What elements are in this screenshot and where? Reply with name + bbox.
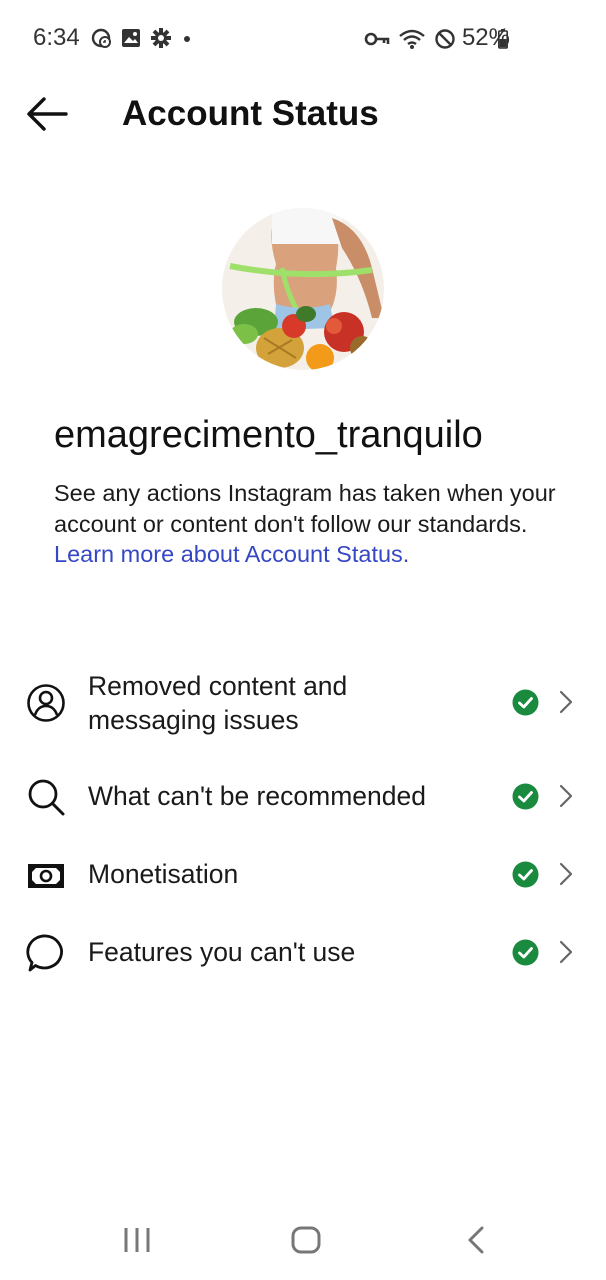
page-title: Account Status [122, 94, 379, 133]
do-not-disturb-icon [435, 29, 455, 49]
vpn-key-icon [364, 32, 390, 46]
list-item-features[interactable]: Features you can't use [0, 916, 606, 988]
list-item-removed-content[interactable]: Removed content and messaging issues [0, 664, 606, 744]
app-header: Account Status [0, 78, 606, 150]
recents-icon[interactable] [122, 1222, 152, 1258]
check-circle-icon [512, 861, 539, 888]
status-time: 6:34 [33, 24, 80, 51]
profile-username: emagrecimento_tranquilo [54, 414, 483, 456]
list-item-label: Removed content and messaging issues [88, 671, 348, 735]
list-item-monetisation[interactable]: Monetisation [0, 838, 606, 910]
list-item-label: What can't be recommended [88, 781, 426, 811]
chevron-right-icon [559, 940, 573, 964]
arrow-left-icon[interactable] [24, 94, 70, 134]
account-status-description: See any actions Instagram has taken when… [54, 478, 564, 570]
status-bar: 6:34 52% [0, 0, 606, 80]
gallery-icon [122, 29, 140, 47]
chevron-right-icon [559, 862, 573, 886]
wifi-icon [399, 29, 425, 49]
dot-icon [184, 36, 190, 42]
search-icon [28, 779, 65, 816]
avatar [222, 208, 384, 370]
check-circle-icon [512, 939, 539, 966]
check-circle-icon [512, 783, 539, 810]
list-item-label: Features you can't use [88, 937, 356, 967]
description-text: See any actions Instagram has taken when… [54, 480, 556, 537]
chevron-right-icon [559, 784, 573, 808]
check-circle-icon [512, 689, 539, 716]
back-icon[interactable] [464, 1222, 488, 1258]
whatsapp-icon [91, 28, 111, 48]
battery-icon [498, 29, 508, 49]
home-icon[interactable] [290, 1222, 322, 1258]
chevron-right-icon [559, 690, 573, 714]
list-item-label: Monetisation [88, 859, 239, 889]
list-item-recommendations[interactable]: What can't be recommended [0, 760, 606, 832]
system-navigation-bar [0, 1200, 606, 1280]
speech-bubble-icon [26, 934, 63, 972]
user-circle-icon [27, 684, 65, 722]
settings-icon [151, 28, 171, 48]
banknote-icon [28, 864, 64, 888]
learn-more-link[interactable]: Learn more about Account Status. [54, 541, 409, 567]
